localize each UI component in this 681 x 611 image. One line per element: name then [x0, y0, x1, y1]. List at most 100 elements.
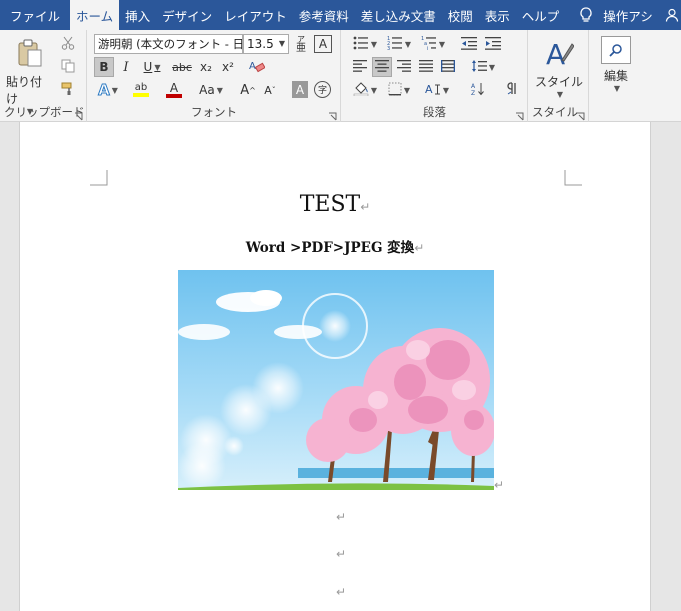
- document-page[interactable]: TEST↵ Word >PDF>JPEG 変換↵ ↵ ↵ ↵ ↵: [19, 122, 651, 611]
- paragraph-group: ▼ 123 ▼ 1ai ▼ ▼ ▼ ▼ A ▼ A Z 段落: [342, 30, 528, 122]
- font-color-button[interactable]: A: [160, 80, 188, 100]
- font-size-select[interactable]: 13.5 ▼: [243, 34, 289, 54]
- grow-font-icon: A: [240, 82, 250, 98]
- strikethrough-button[interactable]: abc: [170, 57, 194, 77]
- tab-help[interactable]: ヘルプ: [516, 0, 566, 30]
- bold-button[interactable]: B: [94, 57, 114, 77]
- editing-button[interactable]: 編集 ▼: [594, 34, 638, 100]
- line-spacing-dropdown-icon: ▼: [488, 62, 496, 72]
- enclose-box-button[interactable]: A: [314, 35, 332, 53]
- line-spacing-icon: [471, 59, 487, 76]
- font-launcher-icon[interactable]: [328, 110, 337, 121]
- tab-insert[interactable]: 挿入: [119, 0, 156, 30]
- shading-button[interactable]: ▼: [350, 80, 380, 100]
- align-left-button[interactable]: [350, 57, 370, 77]
- clipboard-launcher-icon[interactable]: [74, 110, 83, 121]
- empty-paragraph-mark-3[interactable]: ↵: [336, 585, 346, 599]
- numbering-button[interactable]: 123 ▼: [384, 34, 414, 54]
- decrease-indent-icon: [461, 36, 477, 53]
- paste-button[interactable]: 貼り付け ▼: [6, 34, 52, 116]
- line-spacing-button[interactable]: ▼: [468, 57, 498, 77]
- borders-button[interactable]: ▼: [384, 80, 414, 100]
- font-group: 游明朝 (本文のフォント - 日 13.5 ▼ ア 亜 A B I U ▼ ab…: [88, 30, 341, 122]
- change-case-button[interactable]: Aa ▼: [196, 80, 226, 100]
- align-center-button[interactable]: [372, 57, 392, 77]
- bold-label: B: [99, 60, 109, 74]
- asian-layout-button[interactable]: A ▼: [422, 80, 452, 100]
- grow-font-button[interactable]: A ^: [238, 80, 258, 100]
- superscript-button[interactable]: x²: [218, 57, 238, 77]
- tab-file[interactable]: ファイル: [0, 0, 70, 30]
- change-case-label: Aa: [199, 83, 215, 97]
- empty-paragraph-mark-1[interactable]: ↵: [336, 510, 346, 524]
- tell-me-box[interactable]: 操作アシ: [573, 0, 659, 30]
- cut-button[interactable]: [58, 34, 78, 54]
- furigana-button[interactable]: ア 亜: [292, 34, 310, 54]
- paragraph-launcher-icon[interactable]: [515, 110, 524, 121]
- styles-label: スタイル: [534, 75, 583, 89]
- tab-view[interactable]: 表示: [479, 0, 516, 30]
- font-name-value: 游明朝 (本文のフォント - 日: [98, 37, 243, 51]
- style-launcher-icon[interactable]: [576, 110, 585, 121]
- share-button[interactable]: 共有: [659, 0, 681, 30]
- increase-indent-button[interactable]: [482, 34, 504, 54]
- bullets-button[interactable]: ▼: [350, 34, 380, 54]
- align-center-icon: [375, 59, 389, 75]
- multilevel-list-button[interactable]: 1ai ▼: [418, 34, 448, 54]
- document-title[interactable]: TEST↵: [20, 192, 650, 217]
- text-effect-icon: A: [98, 81, 111, 100]
- decrease-indent-button[interactable]: [458, 34, 480, 54]
- tab-layout[interactable]: レイアウト: [218, 0, 293, 30]
- tab-home[interactable]: ホーム: [70, 0, 120, 30]
- style-group: A スタイル ▼ スタイル: [529, 30, 589, 122]
- svg-text:A: A: [249, 61, 256, 72]
- borders-icon: [388, 82, 402, 99]
- copy-icon: [61, 59, 75, 76]
- distribute-button[interactable]: [438, 57, 458, 77]
- document-subtitle[interactable]: Word >PDF>JPEG 変換↵: [20, 236, 650, 256]
- cherry-blossom-image[interactable]: [178, 270, 494, 490]
- font-color-bar: [166, 94, 182, 98]
- subscript-button[interactable]: x₂: [196, 57, 216, 77]
- tab-review[interactable]: 校閲: [442, 0, 479, 30]
- justify-button[interactable]: [416, 57, 436, 77]
- tab-references[interactable]: 参考資料: [293, 0, 355, 30]
- shrink-font-button[interactable]: Aˇ: [260, 80, 280, 100]
- underline-button[interactable]: U ▼: [138, 57, 166, 77]
- borders-dropdown-icon: ▼: [403, 85, 411, 95]
- svg-text:A: A: [471, 83, 476, 90]
- styles-button[interactable]: A スタイル ▼: [533, 34, 585, 100]
- bullet-list-icon: [353, 36, 369, 53]
- tab-mailings[interactable]: 差し込み文書: [355, 0, 442, 30]
- sort-icon: AZ: [471, 82, 485, 99]
- text-effects-button[interactable]: A ▼: [94, 80, 122, 100]
- font-size-dropdown-icon: ▼: [278, 39, 285, 48]
- clear-formatting-button[interactable]: A: [246, 57, 268, 77]
- numbering-dropdown-icon: ▼: [404, 39, 412, 49]
- highlight-button[interactable]: ab: [126, 80, 156, 100]
- multilevel-dropdown-icon: ▼: [438, 39, 446, 49]
- font-name-select[interactable]: 游明朝 (本文のフォント - 日: [94, 34, 243, 54]
- char-shading-button[interactable]: A: [292, 81, 308, 98]
- svg-text:A: A: [425, 83, 433, 96]
- superscript-label: x²: [222, 60, 234, 74]
- paste-label: 貼り付け: [6, 75, 43, 106]
- empty-paragraph-mark-2[interactable]: ↵: [336, 547, 346, 561]
- font-size-value: 13.5: [247, 37, 274, 51]
- tab-design[interactable]: デザイン: [156, 0, 218, 30]
- enclose-char-button[interactable]: 字: [314, 81, 331, 98]
- vertical-scrollbar[interactable]: [653, 122, 681, 611]
- search-icon: [601, 36, 631, 64]
- align-left-icon: [353, 59, 367, 75]
- svg-text:i: i: [427, 46, 428, 50]
- distribute-icon: [441, 59, 455, 75]
- show-marks-button[interactable]: [502, 80, 522, 100]
- align-right-button[interactable]: [394, 57, 414, 77]
- sort-button[interactable]: AZ: [468, 80, 488, 100]
- copy-button[interactable]: [58, 57, 78, 77]
- underline-dropdown-icon: ▼: [154, 62, 161, 72]
- italic-button[interactable]: I: [116, 57, 136, 77]
- format-painter-button[interactable]: [58, 80, 78, 100]
- asian-layout-dropdown-icon: ▼: [442, 85, 450, 95]
- strike-label: abc: [172, 60, 192, 74]
